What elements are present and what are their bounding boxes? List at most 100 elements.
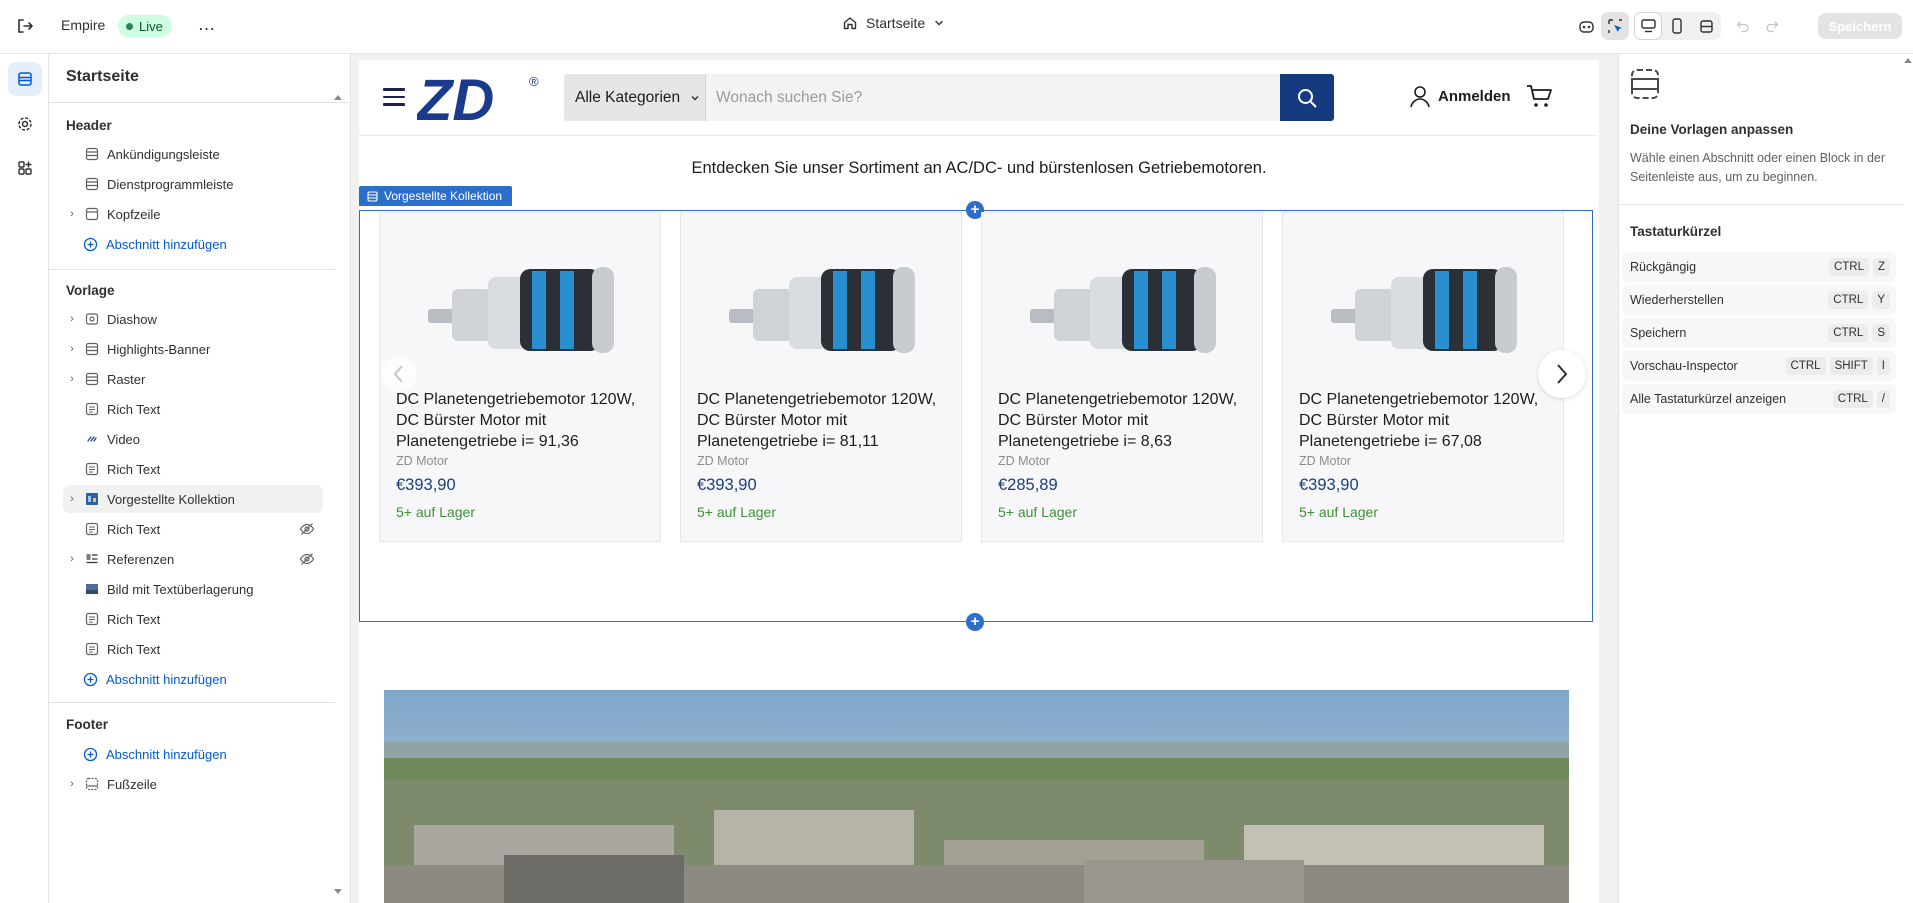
sidebar-item-footer[interactable]: › Fußzeile <box>63 770 323 798</box>
theme-name: Empire <box>61 17 106 33</box>
carousel-prev-button[interactable] <box>381 356 417 392</box>
add-section-button[interactable]: Abschnitt hinzufügen <box>83 740 227 768</box>
sidebar-item-slideshow[interactable]: › Diashow <box>63 305 323 333</box>
category-select[interactable]: Alle Kategorien <box>564 74 706 121</box>
image-banner[interactable] <box>384 690 1569 903</box>
search-input[interactable]: Wonach suchen Sie? <box>706 74 1280 121</box>
sidebar-item-announcement-bar[interactable]: Ankündigungsleiste <box>63 140 323 168</box>
product-title[interactable]: DC Planetengetriebemotor 120W, DC Bürste… <box>697 389 959 452</box>
chevron-left-icon <box>393 365 403 383</box>
page-selector-label: Startseite <box>866 15 926 31</box>
sections-icon[interactable] <box>8 62 42 96</box>
store-header: ZD ® Alle Kategorien Wonach suchen Sie? <box>359 60 1599 136</box>
eye-slash-icon[interactable] <box>299 551 315 570</box>
shortcut-label: Wiederherstellen <box>1630 293 1724 307</box>
product-title[interactable]: DC Planetengetriebemotor 120W, DC Bürste… <box>1299 389 1561 452</box>
sidebar-item-video[interactable]: Video <box>63 425 323 453</box>
sidebar-item-grid[interactable]: › Raster <box>63 365 323 393</box>
fullwidth-view-icon[interactable] <box>1692 12 1720 40</box>
add-section-button[interactable]: Abschnitt hinzufügen <box>83 230 227 258</box>
user-icon <box>1410 86 1430 108</box>
save-button[interactable]: Speichern <box>1818 13 1902 39</box>
chevron-right-icon[interactable]: › <box>63 373 81 385</box>
product-title[interactable]: DC Planetengetriebemotor 120W, DC Bürste… <box>396 389 658 452</box>
product-card[interactable]: DC Planetengetriebemotor 120W, DC Bürste… <box>680 212 962 542</box>
chevron-right-icon[interactable]: › <box>63 343 81 355</box>
desktop-view-icon[interactable] <box>1634 12 1662 40</box>
search-icon <box>1298 88 1317 107</box>
plus-circle-icon <box>83 747 98 761</box>
sidebar-scrollbar[interactable] <box>333 92 343 896</box>
product-card[interactable]: DC Planetengetriebemotor 120W, DC Bürste… <box>981 212 1263 542</box>
section-icon <box>367 190 378 202</box>
sidebar-item-label: Rich Text <box>107 611 161 627</box>
key-cap: SHIFT <box>1829 357 1873 375</box>
inspector-icon[interactable] <box>1601 12 1629 40</box>
chevron-right-icon[interactable]: › <box>63 493 81 505</box>
plus-circle-icon <box>83 237 98 251</box>
sidebar-item-header[interactable]: › Kopfzeile <box>63 200 323 228</box>
product-image[interactable] <box>1313 239 1533 369</box>
more-actions-button[interactable]: … <box>196 13 218 37</box>
key-cap: / <box>1876 390 1890 408</box>
store-search-bar: Alle Kategorien Wonach suchen Sie? <box>564 74 1334 121</box>
product-card[interactable]: DC Planetengetriebemotor 120W, DC Bürste… <box>379 212 661 542</box>
storefront-preview: ZD ® Alle Kategorien Wonach suchen Sie? <box>351 54 1618 903</box>
sidebar-item-rich-text[interactable]: Rich Text <box>63 455 323 483</box>
toolbar-right <box>1572 12 1787 40</box>
key-cap: S <box>1872 324 1890 342</box>
preview-scrollbar[interactable] <box>1598 60 1599 903</box>
settings-panel: Deine Vorlagen anpassen Wähle einen Absc… <box>1618 54 1913 903</box>
image-icon <box>83 581 101 597</box>
product-image[interactable] <box>1012 239 1232 369</box>
sidebar-item-utility-bar[interactable]: Dienstprogrammleiste <box>63 170 323 198</box>
add-section-button[interactable]: Abschnitt hinzufügen <box>83 665 227 693</box>
apps-icon[interactable] <box>8 151 42 185</box>
exit-icon[interactable] <box>14 15 36 37</box>
shortcut-row-inspector: Vorschau-Inspector CTRL SHIFT I <box>1622 351 1896 381</box>
sidebar-item-rich-text[interactable]: Rich Text <box>63 635 323 663</box>
sidebar-item-highlights-banner[interactable]: › Highlights-Banner <box>63 335 323 363</box>
carousel-next-button[interactable] <box>1538 350 1586 398</box>
sidebar-item-rich-text[interactable]: Rich Text <box>63 605 323 633</box>
live-badge: Live <box>118 15 172 37</box>
sidebar-item-rich-text[interactable]: Rich Text <box>63 395 323 423</box>
store-logo[interactable]: ZD ® <box>415 68 547 133</box>
plus-circle-icon <box>83 672 98 686</box>
search-button[interactable] <box>1280 74 1334 121</box>
cart-icon[interactable] <box>1525 82 1553 110</box>
product-image[interactable] <box>410 239 630 369</box>
footer-group-title: Footer <box>66 717 108 732</box>
product-card[interactable]: DC Planetengetriebemotor 120W, DC Bürste… <box>1282 212 1564 542</box>
sidebar-item-testimonials[interactable]: › Referenzen <box>63 545 323 573</box>
add-section-below-button[interactable]: + <box>966 613 984 631</box>
sidebar-item-featured-collection[interactable]: › Vorgestellte Kollektion <box>63 485 323 513</box>
ai-assistant-icon[interactable] <box>1572 12 1600 40</box>
chevron-right-icon[interactable]: › <box>63 313 81 325</box>
logo-registered-mark: ® <box>529 74 539 89</box>
product-vendor: ZD Motor <box>1299 454 1352 468</box>
eye-slash-icon[interactable] <box>299 521 315 540</box>
login-link[interactable]: Anmelden <box>1409 84 1511 108</box>
product-title[interactable]: DC Planetengetriebemotor 120W, DC Bürste… <box>998 389 1260 452</box>
section-selection-label[interactable]: Vorgestellte Kollektion <box>359 186 513 206</box>
sidebar-item-rich-text[interactable]: Rich Text <box>63 515 323 543</box>
redo-icon[interactable] <box>1758 12 1786 40</box>
hamburger-menu-icon[interactable] <box>383 88 405 106</box>
mobile-view-icon[interactable] <box>1663 12 1691 40</box>
chevron-right-icon[interactable]: › <box>63 778 81 790</box>
product-price: €285,89 <box>998 476 1058 494</box>
more-icon: … <box>197 14 217 34</box>
live-dot-icon <box>126 22 133 30</box>
page-selector[interactable]: Startseite <box>842 15 945 31</box>
divider <box>49 702 335 703</box>
section-icon <box>83 371 101 387</box>
sidebar-item-image-with-text-overlay[interactable]: Bild mit Textüberlagerung <box>63 575 323 603</box>
shortcut-row-all: Alle Tastaturkürzel anzeigen CTRL / <box>1622 384 1896 414</box>
settings-gear-icon[interactable] <box>8 107 42 141</box>
product-image[interactable] <box>711 239 931 369</box>
chevron-right-icon[interactable]: › <box>63 208 81 220</box>
panel-scroll-arrow-icon[interactable] <box>1903 54 1913 68</box>
undo-icon[interactable] <box>1729 12 1757 40</box>
chevron-right-icon[interactable]: › <box>63 553 81 565</box>
